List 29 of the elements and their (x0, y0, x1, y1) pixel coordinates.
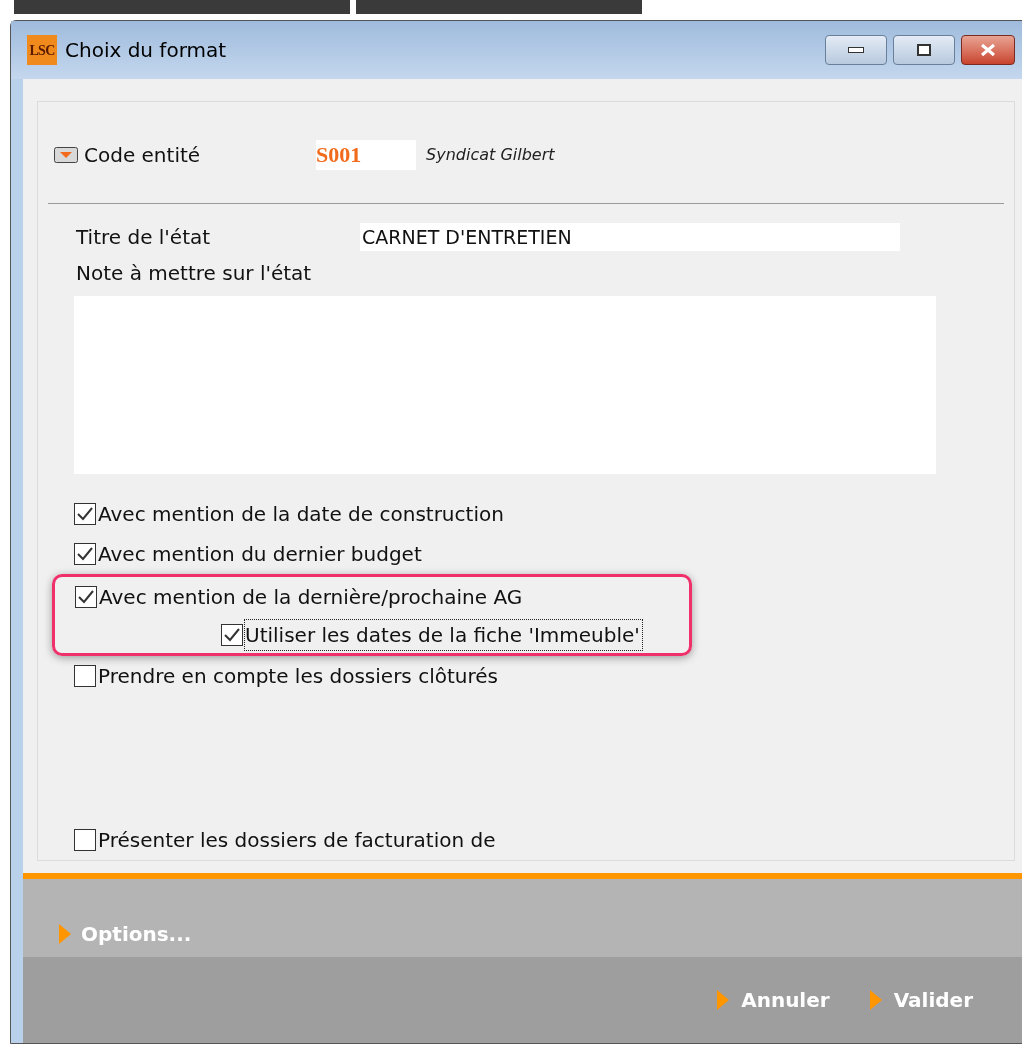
checkbox-label[interactable]: Prendre en compte les dossiers clôturés (98, 661, 498, 691)
checkbox[interactable] (221, 624, 243, 646)
title-field[interactable]: CARNET D'ENTRETIEN (360, 222, 900, 251)
maximize-button[interactable] (893, 35, 955, 65)
checkbox-label[interactable]: Avec mention du dernier budget (98, 539, 422, 569)
app-logo-icon: LSC (27, 35, 57, 65)
triangle-icon (717, 990, 730, 1010)
triangle-icon (869, 990, 882, 1010)
close-button[interactable] (961, 35, 1015, 65)
checkbox-label[interactable]: Avec mention de la dernière/prochaine AG (99, 582, 523, 612)
field-label: Note à mettre sur l'état (76, 259, 312, 287)
checkbox-label[interactable]: Utiliser les dates de la fiche 'Immeuble' (245, 620, 642, 650)
maximize-icon (917, 44, 931, 56)
checkbox-label[interactable]: Avec mention de la date de construction (98, 499, 504, 529)
triangle-icon (59, 924, 71, 944)
checkbox-label[interactable]: Présenter les dossiers de facturation de (98, 825, 496, 855)
checkbox[interactable] (74, 503, 96, 525)
checkbox[interactable] (74, 665, 96, 687)
window-title: Choix du format (65, 37, 227, 64)
field-label: Titre de l'état (76, 223, 212, 251)
dropdown-icon[interactable] (54, 146, 78, 163)
checkbox[interactable] (75, 586, 97, 608)
entity-name: Syndicat Gilbert (426, 143, 555, 166)
checkbox[interactable] (74, 543, 96, 565)
field-label: Code entité (84, 141, 201, 169)
minimize-button[interactable] (825, 35, 887, 65)
checkbox[interactable] (74, 829, 96, 851)
minimize-icon (848, 47, 864, 53)
close-icon (980, 43, 996, 57)
